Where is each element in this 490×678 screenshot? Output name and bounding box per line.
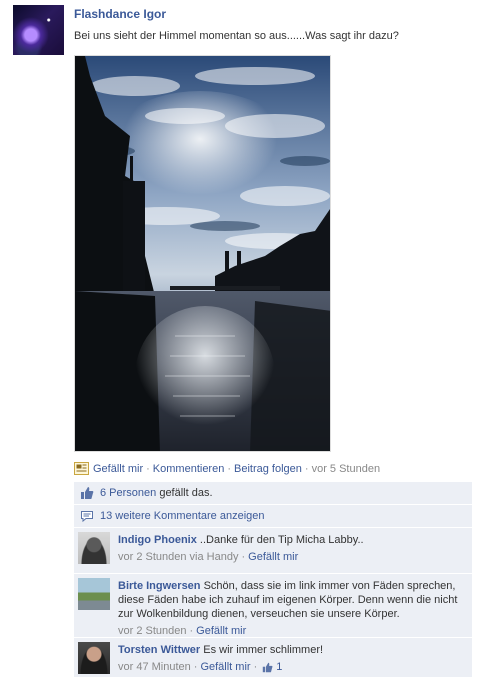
comment-timestamp[interactable]: vor 2 Stunden via Handy bbox=[118, 551, 238, 563]
thumbs-up-icon bbox=[262, 662, 273, 673]
comment-meta: vor 2 Stunden · Gefällt mir bbox=[118, 624, 466, 638]
comment-text: Es wir immer schlimmer! bbox=[200, 644, 324, 656]
comment-avatar[interactable] bbox=[78, 642, 110, 674]
comment-item: Indigo Phoenix ..Danke für den Tip Micha… bbox=[74, 528, 472, 574]
post-actions: Gefällt mir · Kommentieren · Beitrag folgen ·… bbox=[74, 461, 380, 477]
author-avatar[interactable] bbox=[13, 5, 64, 55]
separator: · bbox=[189, 625, 194, 637]
separator: · bbox=[193, 661, 198, 673]
separator: · bbox=[227, 463, 232, 475]
comment-like-link[interactable]: Gefällt mir bbox=[200, 661, 250, 673]
comment-bubble-icon bbox=[80, 509, 94, 523]
like-link[interactable]: Gefällt mir bbox=[93, 463, 143, 475]
comment-author-link[interactable]: Indigo Phoenix bbox=[118, 534, 197, 546]
comment-author-link[interactable]: Torsten Wittwer bbox=[118, 644, 200, 656]
comment-meta: vor 2 Stunden via Handy · Gefällt mir bbox=[118, 550, 466, 564]
likes-suffix: gefällt das. bbox=[156, 487, 213, 499]
comment-item: Birte Ingwersen Schön, dass sie im link … bbox=[74, 574, 472, 638]
comment-body: Birte Ingwersen Schön, dass sie im link … bbox=[118, 579, 466, 621]
feedback-section: 6 Personen gefällt das. 13 weitere Komme… bbox=[74, 482, 472, 678]
separator: · bbox=[253, 661, 258, 673]
comment-author-link[interactable]: Birte Ingwersen bbox=[118, 580, 201, 592]
comment-like-count[interactable]: 1 bbox=[260, 661, 282, 673]
separator: · bbox=[241, 551, 246, 563]
comment-text: ..Danke für den Tip Micha Labby.. bbox=[196, 534, 364, 546]
comment-timestamp[interactable]: vor 2 Stunden bbox=[118, 625, 187, 637]
comment-like-link[interactable]: Gefällt mir bbox=[196, 625, 246, 637]
post-text: Bei uns sieht der Himmel momentan so aus… bbox=[74, 30, 399, 42]
thumbs-up-icon bbox=[80, 486, 94, 500]
news-feed-icon bbox=[74, 461, 89, 475]
comment-meta: vor 47 Minuten · Gefällt mir · 1 bbox=[118, 660, 466, 674]
comment-item: Torsten Wittwer Es wir immer schlimmer! … bbox=[74, 638, 472, 678]
comment-body: Indigo Phoenix ..Danke für den Tip Micha… bbox=[118, 533, 466, 547]
post-timestamp[interactable]: vor 5 Stunden bbox=[312, 463, 381, 475]
comment-body: Torsten Wittwer Es wir immer schlimmer! bbox=[118, 643, 466, 657]
likes-row: 6 Personen gefällt das. bbox=[74, 482, 472, 505]
like-count-value: 1 bbox=[276, 661, 283, 673]
comment-timestamp[interactable]: vor 47 Minuten bbox=[118, 661, 191, 673]
comment-like-link[interactable]: Gefällt mir bbox=[248, 551, 298, 563]
view-more-comments-link[interactable]: 13 weitere Kommentare anzeigen bbox=[100, 510, 264, 522]
comment-avatar[interactable] bbox=[78, 532, 110, 564]
separator: · bbox=[304, 463, 309, 475]
post-author-link[interactable]: Flashdance Igor bbox=[74, 7, 166, 21]
view-more-comments-row[interactable]: 13 weitere Kommentare anzeigen bbox=[74, 505, 472, 528]
likers-link[interactable]: 6 Personen bbox=[100, 487, 156, 499]
separator: · bbox=[146, 463, 150, 475]
post-photo[interactable] bbox=[74, 55, 331, 452]
comment-avatar[interactable] bbox=[78, 578, 110, 610]
comment-link[interactable]: Kommentieren bbox=[153, 463, 225, 475]
follow-post-link[interactable]: Beitrag folgen bbox=[234, 463, 302, 475]
